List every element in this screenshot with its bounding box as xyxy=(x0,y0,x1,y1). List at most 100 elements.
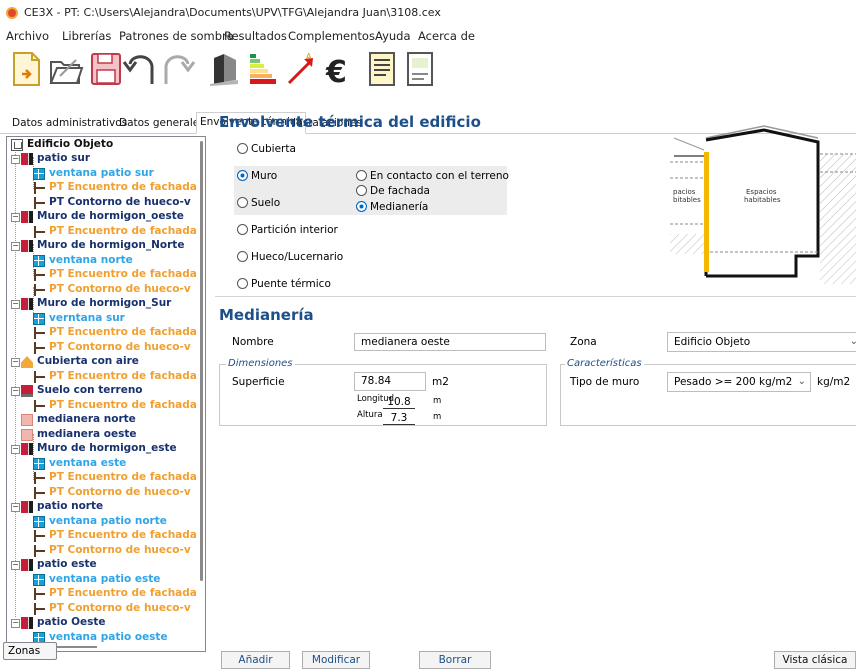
nombre-input[interactable]: medianera oeste xyxy=(354,333,546,351)
altura-label: Altura xyxy=(357,410,383,420)
menu-complementos[interactable]: Complementos xyxy=(288,29,375,43)
menu-patrones-de-sombra[interactable]: Patrones de sombra xyxy=(119,29,234,43)
anadir-button[interactable]: Añadir xyxy=(221,651,290,669)
superficie-input[interactable]: 78.84 xyxy=(354,372,426,391)
collapse-icon[interactable]: − xyxy=(11,213,20,222)
tree-node-ventana-patio-norte[interactable]: ventana patio norte xyxy=(49,514,167,529)
radio-muro[interactable]: Muro xyxy=(237,170,277,183)
tree-node-pt[interactable]: PT Contorno de hueco-v xyxy=(49,195,191,210)
radio-cubierta[interactable]: Cubierta xyxy=(237,143,296,156)
radio-puente-termico[interactable]: Puente térmico xyxy=(237,278,331,291)
tree-node-ventana-patio-sur[interactable]: ventana patio sur xyxy=(49,166,154,181)
collapse-icon[interactable]: − xyxy=(11,155,20,164)
undo-icon[interactable] xyxy=(122,50,158,88)
tipo-muro-value: Pesado >= 200 kg/m2 xyxy=(674,376,793,388)
save-disk-icon[interactable] xyxy=(88,50,124,88)
tree-node-patio-norte[interactable]: patio norte xyxy=(37,499,103,514)
radio-contacto-terreno[interactable]: En contacto con el terreno xyxy=(356,170,509,183)
tree-node-ventana-norte[interactable]: ventana norte xyxy=(49,253,133,268)
tree-node-cubierta[interactable]: Cubierta con aire xyxy=(37,354,139,369)
report-document-icon[interactable] xyxy=(364,50,400,88)
radio-label: De fachada xyxy=(370,185,430,197)
tree-node-suelo[interactable]: Suelo con terreno xyxy=(37,383,143,398)
energy-rating-icon[interactable] xyxy=(244,50,280,88)
tree-node-muro-norte[interactable]: Muro de hormigon_Norte xyxy=(37,238,184,253)
collapse-icon[interactable]: − xyxy=(11,387,20,396)
radio-suelo[interactable]: Suelo xyxy=(237,197,280,210)
collapse-icon[interactable]: − xyxy=(11,242,20,251)
tab-datos-administrativos[interactable]: Datos administrativos xyxy=(9,115,130,133)
menu-acerca-de[interactable]: Acerca de xyxy=(418,29,475,43)
tree-node-edificio-objeto[interactable]: Edificio Objeto xyxy=(27,137,113,152)
vista-clasica-button[interactable]: Vista clásica xyxy=(774,651,856,669)
window-icon xyxy=(33,255,45,267)
tree-node-ventana-este[interactable]: ventana este xyxy=(49,456,126,471)
menu-ayuda[interactable]: Ayuda xyxy=(375,29,411,43)
tipo-muro-select[interactable]: Pesado >= 200 kg/m2 ⌄ xyxy=(667,372,811,392)
tree-node-pt[interactable]: PT Encuentro de fachada xyxy=(49,267,197,282)
collapse-icon[interactable]: − xyxy=(11,300,20,309)
zona-value: Edificio Objeto xyxy=(674,336,751,348)
tree-node-ventana-patio-oeste[interactable]: ventana patio oeste xyxy=(49,630,168,645)
tree-node-pt[interactable]: PT Contorno de hueco-v xyxy=(49,282,191,297)
tree-node-pt[interactable]: PT Encuentro de fachada xyxy=(49,470,197,485)
borrar-button[interactable]: Borrar xyxy=(419,651,491,669)
tree-node-patio-oeste[interactable]: patio Oeste xyxy=(37,615,106,630)
collapse-icon[interactable]: − xyxy=(11,503,20,512)
window-icon xyxy=(33,168,45,180)
radio-label: Hueco/Lucernario xyxy=(251,251,344,263)
tree-node-pt[interactable]: PT Encuentro de fachada xyxy=(49,325,197,340)
tree-node-patio-este[interactable]: patio este xyxy=(37,557,97,572)
radio-de-fachada[interactable]: De fachada xyxy=(356,185,430,198)
radio-label: Puente térmico xyxy=(251,278,331,290)
zona-select[interactable]: Edificio Objeto ⌄ xyxy=(667,332,856,352)
longitud-input[interactable]: 10.8 xyxy=(383,395,415,409)
tree-node-pt[interactable]: PT Encuentro de fachada xyxy=(49,224,197,239)
tree-node-pt[interactable]: PT Contorno de hueco-v xyxy=(49,340,191,355)
menu-archivo[interactable]: Archivo xyxy=(6,29,49,43)
tree-node-muro-este[interactable]: Muro de hormigon_este xyxy=(37,441,177,456)
collapse-icon[interactable]: − xyxy=(11,561,20,570)
tree-node-muro-sur[interactable]: Muro de hormigon_Sur xyxy=(37,296,171,311)
collapse-icon[interactable]: − xyxy=(11,358,20,367)
envelope-tree[interactable]: Edificio Objeto − patio sur ventana pati… xyxy=(6,136,206,652)
modificar-button[interactable]: Modificar xyxy=(302,651,370,669)
vertical-scrollbar[interactable] xyxy=(200,141,203,581)
tree-node-medianera-oeste[interactable]: medianera oeste xyxy=(37,427,137,442)
collapse-icon[interactable]: − xyxy=(11,445,20,454)
thermal-bridge-icon xyxy=(31,327,45,339)
menu-librerias[interactable]: Librerías xyxy=(62,29,111,43)
certificate-document-icon[interactable] xyxy=(402,50,438,88)
collapse-icon[interactable]: − xyxy=(11,619,20,628)
tree-node-pt[interactable]: PT Contorno de hueco-v xyxy=(49,485,191,500)
menu-resultados[interactable]: Resultados xyxy=(224,29,287,43)
tab-datos-generales[interactable]: Datos generales xyxy=(116,115,208,133)
tree-node-verntana-sur[interactable]: verntana sur xyxy=(49,311,125,326)
radio-particion-interior[interactable]: Partición interior xyxy=(237,224,338,237)
building-3d-icon[interactable] xyxy=(206,50,242,88)
thermal-bridge-icon xyxy=(31,182,45,194)
altura-input[interactable]: 7.3 xyxy=(383,411,415,425)
radio-hueco-lucernario[interactable]: Hueco/Lucernario xyxy=(237,251,343,264)
tree-node-pt[interactable]: PT Encuentro de fachada xyxy=(49,398,197,413)
tree-node-medianera-norte[interactable]: medianera norte xyxy=(37,412,136,427)
tree-node-pt[interactable]: PT Encuentro de fachada xyxy=(49,369,197,384)
tree-node-ventana-patio-este[interactable]: ventana patio este xyxy=(49,572,160,587)
open-folder-icon[interactable] xyxy=(48,50,84,88)
euro-cost-icon[interactable]: € xyxy=(322,50,358,88)
new-file-icon[interactable] xyxy=(8,50,44,88)
redo-icon[interactable] xyxy=(160,50,196,88)
radio-label: En contacto con el terreno xyxy=(370,170,509,182)
party-wall-diagram: pacios bitables Espacios habitables xyxy=(670,125,856,284)
section-divider xyxy=(215,296,856,297)
tree-node-pt[interactable]: PT Encuentro de fachada xyxy=(49,586,197,601)
tree-node-muro-oeste[interactable]: Muro de hormigon_oeste xyxy=(37,209,184,224)
improvement-arrow-icon[interactable]: A xyxy=(284,50,320,88)
tree-node-pt[interactable]: PT Encuentro de fachada xyxy=(49,528,197,543)
zonas-button[interactable]: Zonas xyxy=(3,642,57,660)
tree-node-patio-sur[interactable]: patio sur xyxy=(37,151,90,166)
radio-medianeria[interactable]: Medianería xyxy=(356,201,428,214)
tree-node-pt[interactable]: PT Contorno de hueco-v xyxy=(49,543,191,558)
tree-node-pt[interactable]: PT Contorno de hueco-v xyxy=(49,601,191,616)
tree-node-pt[interactable]: PT Encuentro de fachada xyxy=(49,180,197,195)
